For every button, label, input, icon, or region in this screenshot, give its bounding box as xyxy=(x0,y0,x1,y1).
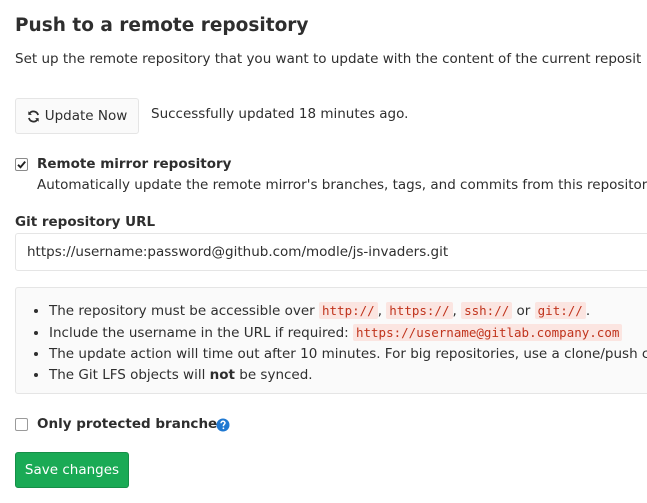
lfs-not-emphasis: not xyxy=(209,367,235,383)
url-requirements-box: The repository must be accessible over h… xyxy=(15,287,647,394)
update-now-label: Update Now xyxy=(44,108,128,124)
example-url: https://username@gitlab.company.com xyxy=(352,324,623,341)
separator: , xyxy=(377,303,387,319)
lfs-text-prefix: The Git LFS objects will xyxy=(49,367,210,383)
git-url-input[interactable] xyxy=(15,233,647,271)
page-description: Set up the remote repository that you wa… xyxy=(15,51,642,67)
requirement-lfs: The Git LFS objects will not be synced. xyxy=(49,365,647,386)
question-circle-icon[interactable] xyxy=(216,418,230,432)
period: . xyxy=(585,303,591,319)
git-url-label: Git repository URL xyxy=(15,214,156,230)
requirement-username-text: Include the username in the URL if requi… xyxy=(49,325,353,341)
refresh-icon xyxy=(27,109,39,123)
protocol-https: https:// xyxy=(386,302,453,319)
save-changes-button[interactable]: Save changes xyxy=(15,452,129,488)
remote-mirror-help-text: Automatically update the remote mirror's… xyxy=(37,177,647,193)
remote-mirror-label[interactable]: Remote mirror repository xyxy=(37,156,231,172)
update-status-text: Successfully updated 18 minutes ago. xyxy=(151,106,409,122)
requirement-timeout: The update action will time out after 10… xyxy=(49,344,647,365)
protocol-git: git:// xyxy=(534,302,586,319)
separator: or xyxy=(512,303,535,319)
protocol-ssh: ssh:// xyxy=(461,302,513,319)
requirements-list: The repository must be accessible over h… xyxy=(16,288,647,386)
lfs-text-suffix: be synced. xyxy=(234,367,313,383)
checkmark-icon xyxy=(17,160,26,169)
separator: , xyxy=(452,303,462,319)
requirement-protocols: The repository must be accessible over h… xyxy=(49,300,647,322)
requirement-username: Include the username in the URL if requi… xyxy=(49,322,647,344)
protocol-http: http:// xyxy=(319,302,378,319)
requirement-protocols-text: The repository must be accessible over xyxy=(49,303,319,319)
page-title: Push to a remote repository xyxy=(15,15,309,36)
only-protected-branches-label[interactable]: Only protected branches xyxy=(37,416,225,432)
remote-mirror-checkbox[interactable] xyxy=(15,158,28,171)
update-now-button[interactable]: Update Now xyxy=(15,98,139,134)
only-protected-branches-checkbox[interactable] xyxy=(15,418,28,431)
